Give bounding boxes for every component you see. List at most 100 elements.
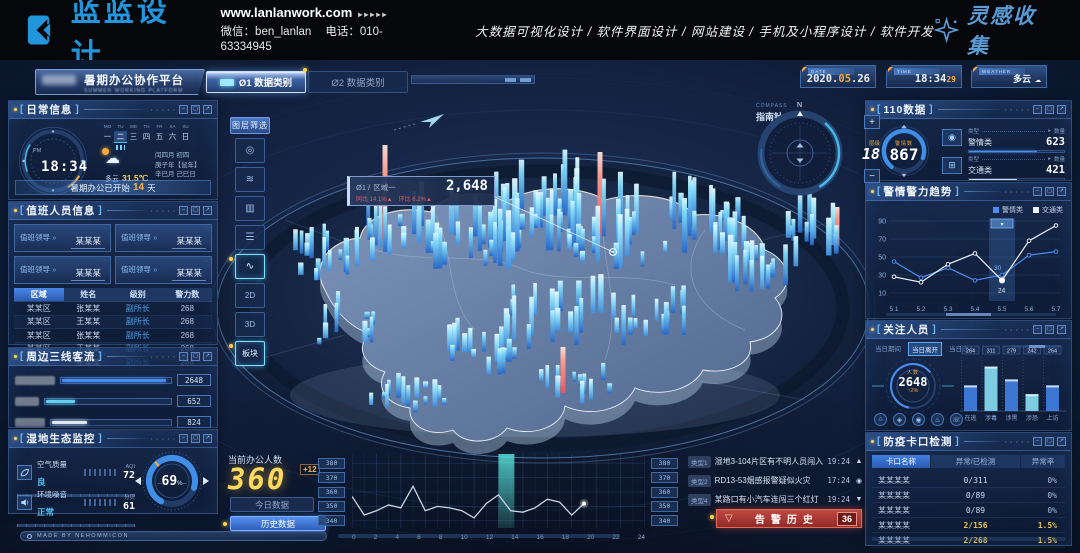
up-triangle-icon: ▲ — [854, 458, 864, 465]
bar-value: 824 — [177, 416, 211, 428]
radar-icon[interactable]: ≋ — [235, 167, 265, 192]
restore-icon[interactable]: ▢ — [191, 434, 200, 443]
expand-icon[interactable]: ↗ — [1057, 437, 1066, 446]
website-link[interactable]: www.lanlanwork.com — [221, 5, 353, 20]
restore-icon[interactable]: ▢ — [1045, 105, 1054, 114]
device-icon[interactable]: ▥ — [235, 196, 265, 221]
banner-indicator-dot — [710, 515, 714, 519]
table-row[interactable]: 某某区张某某副所长268 — [14, 329, 212, 343]
wave-chart-icon[interactable]: ∿ — [235, 254, 265, 279]
platform-subtitle: SUMMER WORKING PLATFORM — [84, 88, 198, 94]
panel-title: 关注人员 — [883, 322, 929, 337]
mini-icon[interactable]: ◈ — [893, 413, 906, 426]
alert-history-banner[interactable]: ▽ 告警历史 36 — [716, 509, 862, 528]
y-axis-tick: 370 — [318, 472, 345, 483]
expand-icon[interactable]: ↗ — [203, 105, 212, 114]
mode-block-button[interactable]: 板块 — [235, 341, 265, 366]
trend-scrollbar[interactable] — [886, 313, 1056, 316]
expand-icon[interactable]: ↗ — [1057, 187, 1066, 196]
panel-dots — [151, 208, 176, 213]
table-row[interactable]: 某某某某2/1561.5% — [872, 518, 1065, 533]
restore-icon[interactable]: ▢ — [1045, 187, 1054, 196]
y-axis-tick: 370 — [651, 472, 678, 483]
column-header[interactable]: 卡口名称 — [872, 455, 930, 468]
focus-quick-icons: ⌂◈◉♨☏ — [874, 413, 963, 426]
minimize-icon[interactable]: ‒ — [1033, 325, 1042, 334]
svg-text:242: 242 — [1027, 348, 1036, 354]
restore-icon[interactable]: ▢ — [191, 206, 200, 215]
zoom-out-button[interactable]: − — [864, 169, 880, 183]
bar-fill — [62, 379, 166, 382]
column-header[interactable]: 异常/已检测 — [931, 455, 1020, 468]
svg-text:264: 264 — [1048, 348, 1057, 354]
down-triangle-icon: ▼ — [854, 496, 864, 503]
expand-icon[interactable]: ↗ — [203, 352, 212, 361]
panel-dots — [1005, 327, 1030, 332]
metric-slider[interactable] — [17, 524, 135, 527]
panel-mark — [14, 108, 17, 111]
history-data-button[interactable]: 历史数据 — [230, 516, 326, 531]
mini-icon[interactable]: ♨ — [931, 413, 944, 426]
minimize-icon[interactable]: ‒ — [1033, 187, 1042, 196]
noise-icon — [17, 495, 32, 510]
restore-icon[interactable]: ▢ — [191, 352, 200, 361]
clock-time: 18:34 — [41, 159, 88, 175]
expand-icon[interactable]: ↗ — [203, 206, 212, 215]
bar-value: 652 — [177, 395, 211, 407]
duty-leader-card[interactable]: 值班领导··某某某 — [115, 256, 212, 284]
compass-dial[interactable] — [754, 105, 846, 197]
mini-icon[interactable]: ◉ — [912, 413, 925, 426]
focus-scrollbar[interactable] — [1011, 345, 1061, 348]
zoom-in-button[interactable]: + — [864, 115, 880, 129]
duty-leader-card[interactable]: 值班领导··某某某 — [115, 224, 212, 252]
tab-day-period[interactable]: 当日期间 — [872, 342, 904, 356]
map-tooltip: Ø1 / 区域一 2,648 同比 14.1%▲环比 6.2%▲ — [347, 176, 495, 206]
expand-icon[interactable]: ↗ — [1057, 105, 1066, 114]
camera-icon[interactable]: ◎ — [235, 138, 265, 163]
minimize-icon[interactable]: ‒ — [179, 105, 188, 114]
alert-list-item[interactable]: 类型2RD13-53烟感报警疑似火灾17:24◉ — [688, 473, 864, 488]
column-header[interactable]: 异常率 — [1021, 455, 1065, 468]
table-header-row: 区域姓名级别警力数 — [14, 288, 212, 302]
traffic-icon: ⊞ — [942, 157, 962, 174]
dotted-meter — [84, 499, 118, 506]
expand-icon[interactable]: ↗ — [203, 434, 212, 443]
restore-icon[interactable]: ▢ — [1045, 437, 1054, 446]
today-data-button[interactable]: 今日数据 — [230, 497, 314, 512]
alert-list-item[interactable]: 类型1湿地3-104片区有不明人员闯入19:24▲ — [688, 454, 864, 469]
duty-leader-card[interactable]: 值班领导··某某某 — [14, 224, 111, 252]
restore-icon[interactable]: ▢ — [1045, 325, 1054, 334]
table-row[interactable]: 某某某某0/3110% — [872, 473, 1065, 488]
table-row[interactable]: 某某某某0/890% — [872, 503, 1065, 518]
table-row[interactable]: 某某区张某某副所长268 — [14, 302, 212, 316]
inspiration-collection[interactable]: 灵感收集 — [934, 0, 1056, 60]
svg-text:50: 50 — [878, 255, 886, 262]
minimize-icon[interactable]: ‒ — [1033, 437, 1042, 446]
panel-title: 周边三线客流 — [26, 349, 95, 364]
restore-icon[interactable]: ▢ — [191, 105, 200, 114]
mode-2d-button[interactable]: 2D — [235, 283, 265, 308]
svg-text:30: 30 — [994, 265, 1002, 272]
mode-3d-button[interactable]: 3D — [235, 312, 265, 337]
tooltip-region-name: 区域一 — [373, 182, 396, 193]
list-icon[interactable]: ☰ — [235, 225, 265, 250]
tab-data-category-1[interactable]: Ø1 数据类别 — [206, 71, 306, 93]
panel-daily-info: 日常信息 ‒▢↗ PM 18:34 MO一TU二WE三TH四FR五SA六SU日 … — [8, 100, 218, 200]
table-row[interactable]: 某某区王某某副所长268 — [14, 316, 212, 330]
table-row[interactable]: 某某某某0/890% — [872, 488, 1065, 503]
tab-data-category-2[interactable]: Ø2 数据类别 — [308, 71, 408, 93]
minimize-icon[interactable]: ‒ — [179, 352, 188, 361]
trend-legend: 警情类 交通类 — [993, 205, 1063, 215]
minimize-icon[interactable]: ‒ — [1033, 105, 1042, 114]
expand-icon[interactable]: ↗ — [1057, 325, 1066, 334]
topbar-deco-bar — [411, 75, 535, 84]
tab-day-leave[interactable]: 当日离开 — [908, 342, 942, 356]
dot-icon: ◉ — [854, 477, 864, 485]
mini-icon[interactable]: ⌂ — [874, 413, 887, 426]
panel-title: 日常信息 — [26, 102, 72, 117]
minimize-icon[interactable]: ‒ — [179, 206, 188, 215]
panel-header: 警情警力趋势 ‒▢↗ — [866, 183, 1071, 201]
duty-leader-card[interactable]: 值班领导··某某某 — [14, 256, 111, 284]
minimize-icon[interactable]: ‒ — [179, 434, 188, 443]
alert-list-item[interactable]: 类型4某路口有小汽车连闯三个红灯19:24▼ — [688, 492, 864, 507]
